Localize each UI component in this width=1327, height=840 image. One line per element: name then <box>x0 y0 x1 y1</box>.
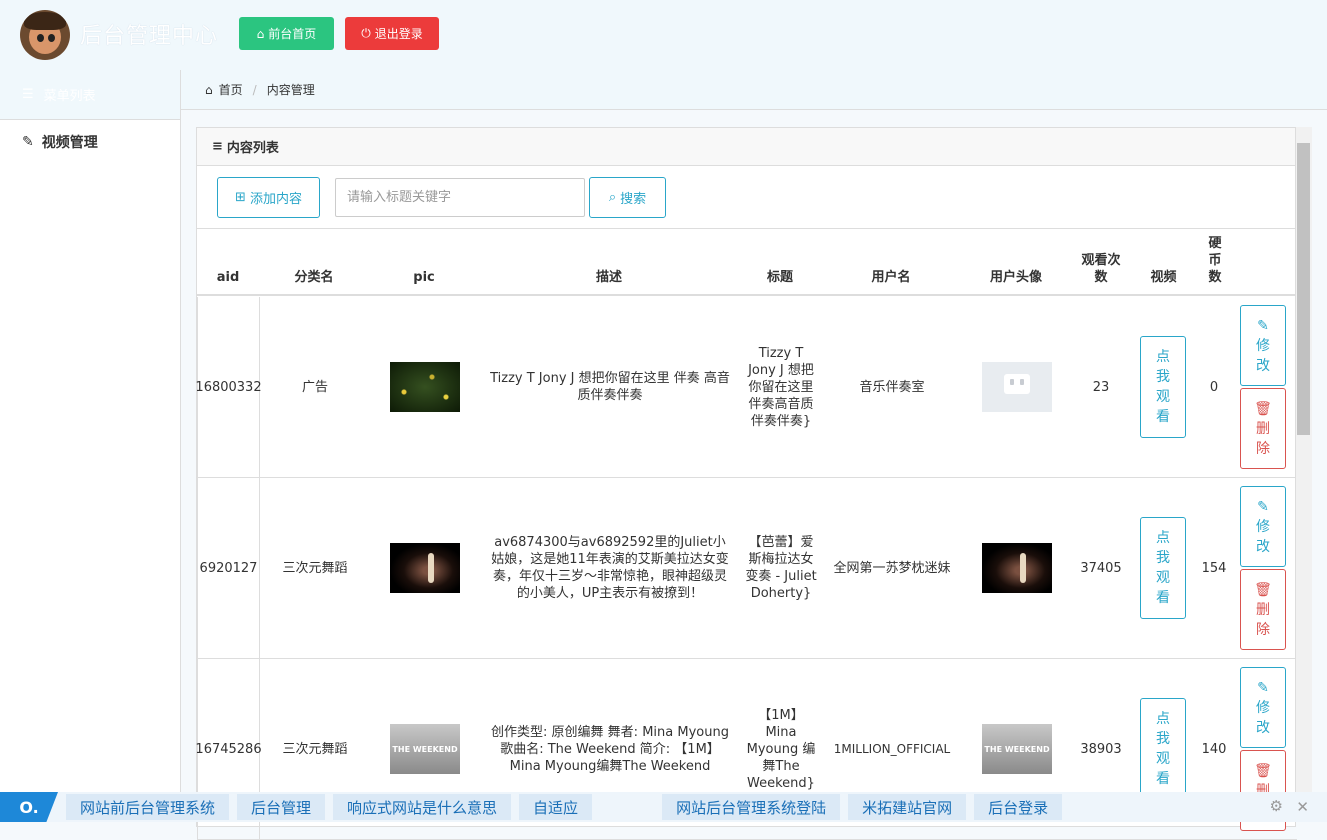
power-icon: ⏻ <box>361 26 371 40</box>
cell-category: 三次元舞蹈 <box>282 560 348 576</box>
edit-button[interactable]: ✎ 修改 <box>1240 667 1286 748</box>
video-thumbnail: THE WEEKEND <box>390 724 460 774</box>
user-avatar <box>982 543 1052 593</box>
video-thumbnail <box>390 543 460 593</box>
content-panel: ≡ 内容列表 ⊞ 添加内容 ⌕ 搜索 aid 分类名 pic 描述 标题 用户名… <box>195 127 1297 840</box>
trash-icon: 🗑 <box>1254 581 1272 598</box>
watch-button[interactable]: 点我观看 <box>1140 517 1186 619</box>
user-avatar: THE WEEKEND <box>982 724 1052 774</box>
col-aid: aid <box>216 270 240 285</box>
plus-square-icon: ⊞ <box>235 189 246 205</box>
cell-coins: 0 <box>1209 379 1219 395</box>
sidebar-item-video-management[interactable]: ✎ 视频管理 <box>22 132 98 152</box>
ad-link[interactable]: 网站后台管理系统登陆 <box>662 794 841 820</box>
list-icon: ≡ <box>212 139 223 154</box>
logout-button[interactable]: ⏻ 退出登录 <box>345 17 439 50</box>
sidebar: ☰ 菜单列表 ✎ 视频管理 <box>0 70 181 822</box>
col-title: 标题 <box>766 270 793 285</box>
add-content-button[interactable]: ⊞ 添加内容 <box>217 176 320 218</box>
cell-aid: 6920127 <box>197 478 260 658</box>
cell-title: Tizzy T Jony J 想把你留在这里 伴奏高音质伴奏伴奏} <box>748 345 814 429</box>
menu-list-icon: ☰ <box>22 87 34 102</box>
panel-header: ≡ 内容列表 <box>197 128 1295 166</box>
ad-link[interactable]: 米拓建站官网 <box>848 794 967 820</box>
breadcrumb-current: 内容管理 <box>266 83 315 97</box>
trash-icon: 🗑 <box>1254 762 1272 779</box>
close-icon[interactable]: ✕ <box>1296 798 1309 816</box>
delete-button[interactable]: 🗑删除 <box>1240 569 1286 650</box>
col-coins: 硬币数 <box>1208 236 1222 285</box>
cell-username: 音乐伴奏室 <box>859 379 925 395</box>
ad-link[interactable]: 后台管理 <box>237 794 326 820</box>
top-bar: 后台管理中心 ⌂ 前台首页 ⏻ 退出登录 <box>0 0 1327 70</box>
col-video: 视频 <box>1150 270 1177 285</box>
table-row: 16800332 广告 Tizzy T Jony J 想把你留在这里 伴奏 高音… <box>195 297 1297 478</box>
col-category: 分类名 <box>294 270 334 285</box>
edit-icon: ✎ <box>1257 498 1269 515</box>
watch-button[interactable]: 点我观看 <box>1140 336 1186 438</box>
edit-button[interactable]: ✎ 修改 <box>1240 486 1286 567</box>
cell-description: av6874300与av6892592里的Juliet小姑娘，这是她11年表演的… <box>491 535 729 601</box>
table-header: aid 分类名 pic 描述 标题 用户名 用户头像 观看次数 视频 硬币数 <box>197 228 1297 296</box>
cell-category: 广告 <box>301 379 328 395</box>
cell-title: 【芭蕾】爱斯梅拉达女变奏 - Juliet Doherty} <box>745 535 817 601</box>
ad-bar: O. 网站前后台管理系统 后台管理 响应式网站是什么意思 自适应 网站后台管理系… <box>0 792 1327 822</box>
video-thumbnail <box>390 362 460 412</box>
cell-aid: 16800332 <box>195 297 262 477</box>
cell-description: Tizzy T Jony J 想把你留在这里 伴奏 高音质伴奏伴奏 <box>490 371 730 403</box>
col-username: 用户名 <box>871 270 911 285</box>
trash-icon: 🗑 <box>1254 400 1272 417</box>
scrollbar-thumb[interactable] <box>1297 143 1310 435</box>
edit-icon: ✎ <box>1257 317 1269 334</box>
breadcrumb: ⌂ 首页 / 内容管理 <box>181 70 1327 110</box>
edit-icon: ✎ <box>22 134 34 150</box>
col-pic: pic <box>413 270 435 285</box>
home-icon: ⌂ <box>205 82 213 97</box>
tv-placeholder-icon <box>1004 374 1030 394</box>
admin-avatar <box>20 10 70 60</box>
col-description: 描述 <box>595 270 622 285</box>
app-title: 后台管理中心 <box>80 24 219 49</box>
breadcrumb-home[interactable]: 首页 <box>219 81 243 98</box>
cell-username: 全网第一苏梦枕迷妹 <box>833 560 951 576</box>
search-icon: ⌕ <box>608 189 617 205</box>
search-input[interactable] <box>335 177 585 217</box>
user-avatar <box>982 362 1052 412</box>
ad-logo: O. <box>0 792 58 822</box>
watch-button[interactable]: 点我观看 <box>1140 698 1186 800</box>
gear-icon[interactable]: ⚙ <box>1270 797 1283 815</box>
home-icon: ⌂ <box>256 26 265 41</box>
cell-views: 37405 <box>1080 560 1122 576</box>
page-scrollbar[interactable] <box>1296 127 1312 822</box>
home-button[interactable]: ⌂ 前台首页 <box>239 17 334 50</box>
ad-link[interactable]: 自适应 <box>519 794 593 820</box>
ad-link[interactable]: 网站前后台管理系统 <box>66 794 230 820</box>
delete-button[interactable]: 🗑删除 <box>1240 388 1286 469</box>
col-avatar: 用户头像 <box>989 270 1042 285</box>
col-views: 观看次数 <box>1081 253 1121 285</box>
ad-link[interactable]: 响应式网站是什么意思 <box>333 794 512 820</box>
cell-views: 23 <box>1092 379 1110 395</box>
sidebar-menu-title: ☰ 菜单列表 <box>0 70 180 120</box>
cell-coins: 154 <box>1201 560 1227 576</box>
toolbar: ⊞ 添加内容 ⌕ 搜索 <box>217 176 666 218</box>
edit-icon: ✎ <box>1257 679 1269 696</box>
ad-link[interactable]: 后台登录 <box>974 794 1063 820</box>
edit-button[interactable]: ✎ 修改 <box>1240 305 1286 386</box>
table-row: 6920127 三次元舞蹈 av6874300与av6892592里的Julie… <box>197 478 1297 659</box>
search-button[interactable]: ⌕ 搜索 <box>589 176 666 218</box>
